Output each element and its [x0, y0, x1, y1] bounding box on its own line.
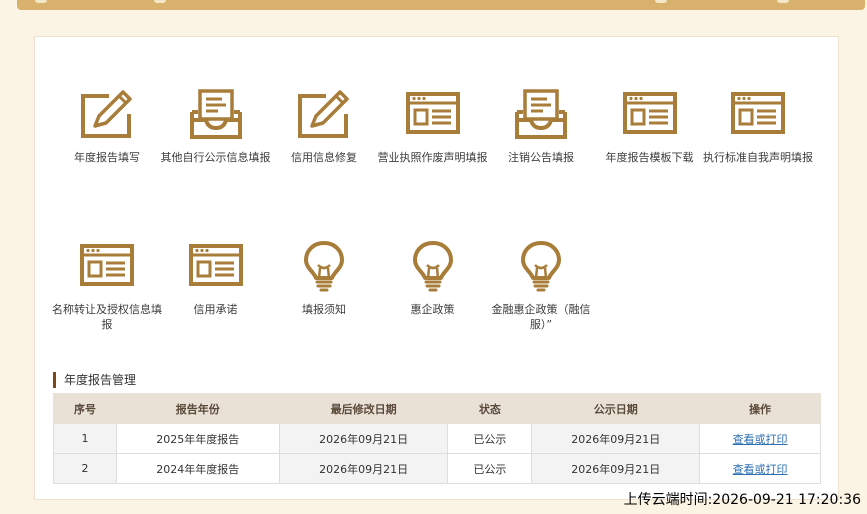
service-tile[interactable]: 名称转让及授权信息填报 — [48, 240, 166, 332]
web-form-icon — [591, 88, 709, 140]
cell-report-year: 2025年年度报告 — [115, 423, 280, 454]
cell-action: 查看或打印 — [699, 453, 821, 484]
cell-action: 查看或打印 — [699, 423, 821, 454]
service-tile[interactable]: 信用承诺 — [157, 240, 275, 317]
service-tile[interactable]: 营业执照作废声明填报 — [374, 88, 492, 165]
service-tile[interactable]: 年度报告填写 — [48, 88, 166, 165]
cell-status: 已公示 — [447, 423, 533, 454]
web-form-icon — [699, 88, 817, 140]
service-tile-label: 信用承诺 — [193, 303, 238, 316]
view-print-link[interactable]: 查看或打印 — [733, 433, 788, 446]
col-header: 序号 — [53, 393, 117, 424]
top-nav-bar — [17, 0, 865, 10]
service-tile-label: 填报须知 — [302, 303, 346, 316]
cell-publish-date: 2026年09月21日 — [531, 453, 701, 484]
service-tile[interactable]: 注销公告填报 — [482, 88, 600, 165]
service-tile-label: 信用信息修复 — [291, 151, 357, 164]
section-title: 年度报告管理 — [53, 372, 136, 388]
service-tile-label: 年度报告模板下载 — [605, 151, 694, 164]
service-tile-label: 名称转让及授权信息填报 — [52, 303, 162, 331]
service-tile[interactable]: 其他自行公示信息填报 — [157, 88, 275, 165]
cell-modified-date: 2026年09月21日 — [278, 453, 449, 484]
web-form-icon — [374, 88, 492, 140]
edit-icon — [48, 88, 166, 140]
nav-icon[interactable] — [777, 0, 789, 3]
col-header: 公示日期 — [531, 393, 701, 424]
service-tile-label: 营业执照作废声明填报 — [377, 151, 488, 164]
view-print-link[interactable]: 查看或打印 — [733, 463, 788, 476]
nav-icon[interactable] — [154, 0, 166, 3]
col-header: 操作 — [699, 393, 821, 424]
service-tile[interactable]: 信用信息修复 — [265, 88, 383, 165]
edit-icon — [265, 88, 383, 140]
web-form-icon — [48, 240, 166, 292]
inbox-tray-icon — [482, 88, 600, 140]
service-tile-label: 惠企政策 — [410, 303, 455, 316]
inbox-tray-icon — [157, 88, 275, 140]
cell-publish-date: 2026年09月21日 — [531, 423, 701, 454]
service-tile[interactable]: 金融惠企政策（融信服）” — [482, 240, 600, 332]
lightbulb-icon — [482, 240, 600, 292]
cell-index: 2 — [53, 453, 117, 484]
service-tile-label: 执行标准自我声明填报 — [703, 151, 813, 164]
service-tile-label: 金融惠企政策（融信服）” — [491, 303, 591, 331]
service-tile[interactable]: 填报须知 — [265, 240, 383, 317]
service-tile[interactable]: 惠企政策 — [374, 240, 492, 317]
service-tile-label: 年度报告填写 — [74, 151, 140, 164]
table-header-row: 序号 报告年份 最后修改日期 状态 公示日期 操作 — [53, 393, 821, 424]
col-header: 状态 — [447, 393, 533, 424]
cell-status: 已公示 — [447, 453, 533, 484]
cell-index: 1 — [53, 423, 117, 454]
service-tile[interactable]: 年度报告模板下载 — [591, 88, 709, 165]
upload-timestamp: 上传云端时间:2026-09-21 17:20:36 — [623, 492, 861, 508]
annual-report-table: 序号 报告年份 最后修改日期 状态 公示日期 操作 1 2025年年度报告 20… — [53, 393, 821, 484]
table-row: 2 2024年年度报告 2026年09月21日 已公示 2026年09月21日 … — [53, 453, 821, 484]
table-row: 1 2025年年度报告 2026年09月21日 已公示 2026年09月21日 … — [53, 423, 821, 454]
col-header: 报告年份 — [115, 393, 280, 424]
col-header: 最后修改日期 — [278, 393, 449, 424]
nav-icon[interactable] — [35, 0, 47, 3]
cell-modified-date: 2026年09月21日 — [278, 423, 449, 454]
cell-report-year: 2024年年度报告 — [115, 453, 280, 484]
nav-icon[interactable] — [655, 0, 667, 3]
service-tile-label: 注销公告填报 — [508, 151, 574, 164]
service-tile-label: 其他自行公示信息填报 — [160, 151, 271, 164]
lightbulb-icon — [374, 240, 492, 292]
web-form-icon — [157, 240, 275, 292]
lightbulb-icon — [265, 240, 383, 292]
service-tile[interactable]: 执行标准自我声明填报 — [699, 88, 817, 165]
